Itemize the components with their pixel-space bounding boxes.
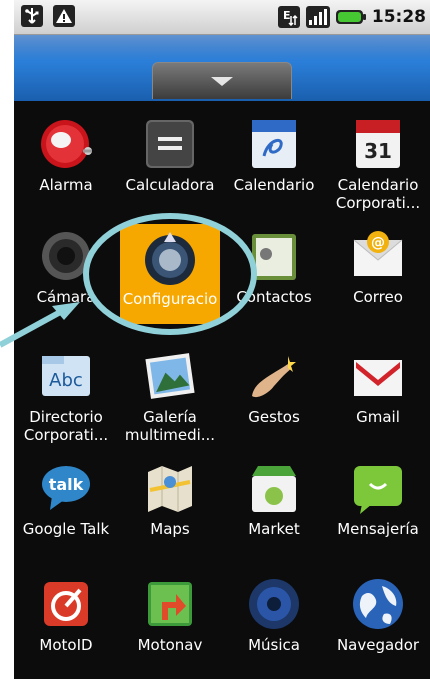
gallery-icon: [145, 353, 195, 399]
calendar-date: 31: [364, 139, 392, 163]
app-label: Música: [248, 636, 300, 654]
app-galeria-multimedia[interactable]: Galería multimedi...: [118, 332, 222, 444]
app-gestos[interactable]: Gestos: [222, 332, 326, 444]
gmail-icon: [354, 360, 402, 396]
app-label: Gmail: [356, 408, 400, 426]
svg-text:E: E: [283, 9, 291, 22]
chevron-down-icon: [211, 77, 233, 86]
gestures-icon: [252, 356, 296, 398]
browser-icon: [353, 579, 403, 629]
app-label: Navegador: [336, 636, 420, 654]
app-camara[interactable]: Cámara: [14, 212, 118, 324]
app-label: Calendario: [233, 176, 315, 194]
app-label: Mensajería: [337, 520, 419, 538]
app-label: Market: [248, 520, 300, 538]
app-label: Calendario Corporati...: [335, 176, 421, 212]
phone-screen: E 15:28 Alarma Calculadora Calendario 31…: [14, 0, 430, 679]
app-label: Contactos: [236, 288, 312, 306]
app-label: Cámara: [36, 288, 96, 306]
app-label: Gestos: [248, 408, 300, 426]
motonav-icon: [148, 582, 192, 626]
app-configuracion[interactable]: Configuracio: [120, 224, 220, 324]
market-icon: [252, 466, 296, 512]
app-musica[interactable]: Música: [222, 560, 326, 672]
google-talk-icon: talk: [42, 466, 90, 510]
app-label: Configuracio: [122, 290, 218, 308]
app-motoid[interactable]: MotoID: [14, 560, 118, 672]
app-label: Google Talk: [22, 520, 110, 538]
email-icon: @: [353, 231, 403, 276]
warning-icon: [52, 4, 76, 28]
talk-badge: talk: [49, 475, 84, 494]
svg-text:@: @: [371, 235, 385, 251]
maps-icon: [148, 466, 192, 512]
network-type-icon: E: [277, 5, 301, 29]
app-label: Alarma: [39, 176, 93, 194]
app-label: Motonav: [137, 636, 203, 654]
music-icon: [249, 579, 299, 629]
app-mensajeria[interactable]: Mensajería: [326, 444, 430, 556]
app-navegador[interactable]: Navegador: [326, 560, 430, 672]
status-bar: E 15:28: [14, 0, 430, 35]
battery-icon: [335, 5, 367, 29]
app-gmail[interactable]: Gmail: [326, 332, 430, 444]
app-calendario-corporativo[interactable]: 31 Calendario Corporati...: [326, 100, 430, 212]
messaging-icon: [354, 466, 402, 514]
app-maps[interactable]: Maps: [118, 444, 222, 556]
app-label: Correo: [353, 288, 403, 306]
app-calculadora[interactable]: Calculadora: [118, 100, 222, 212]
directory-icon: Abc: [42, 356, 90, 396]
calendar-icon: [252, 120, 296, 168]
app-drawer-handle[interactable]: [152, 62, 292, 99]
app-label: Galería multimedi...: [124, 408, 216, 444]
calculator-icon: [146, 120, 194, 168]
alarm-clock-icon: [41, 120, 92, 168]
contacts-icon: [252, 234, 296, 280]
app-label: Calculadora: [125, 176, 215, 194]
app-market[interactable]: Market: [222, 444, 326, 556]
app-correo[interactable]: @ Correo: [326, 212, 430, 324]
app-google-talk[interactable]: talk Google Talk: [14, 444, 118, 556]
signal-icon: [305, 5, 330, 29]
app-alarma[interactable]: Alarma: [14, 100, 118, 212]
app-label: Directorio Corporati...: [23, 408, 109, 444]
corporate-calendar-icon: 31: [356, 120, 400, 168]
directory-badge: Abc: [49, 370, 83, 391]
app-directorio-corporativo[interactable]: Abc Directorio Corporati...: [14, 332, 118, 444]
usb-icon: [20, 4, 44, 28]
clock-time: 15:28: [371, 7, 426, 27]
motoid-icon: [44, 582, 88, 626]
app-motonav[interactable]: Motonav: [118, 560, 222, 672]
settings-icon: [145, 232, 195, 285]
camera-icon: [42, 232, 90, 280]
app-label: MotoID: [39, 636, 93, 654]
app-label: Maps: [150, 520, 190, 538]
app-contactos[interactable]: Contactos: [222, 212, 326, 324]
app-calendario[interactable]: Calendario: [222, 100, 326, 212]
